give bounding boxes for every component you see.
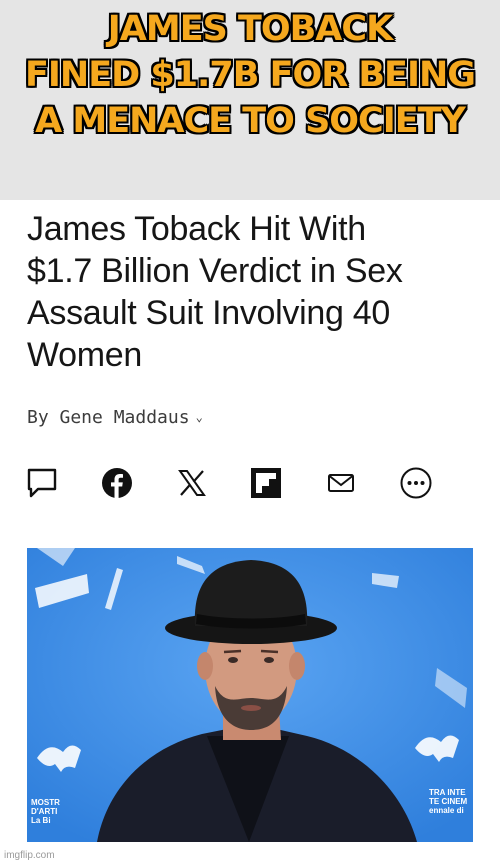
photo-illustration (27, 548, 473, 842)
logo-line: MOSTR (31, 798, 60, 807)
article-photo: MOSTR D'ARTI La Bi TRA INTE TE CINEM enn… (27, 548, 473, 842)
more-icon[interactable] (398, 465, 434, 501)
meme-caption: JAMES TOBACK FINED $1.7B FOR BEING A MEN… (20, 6, 480, 144)
chevron-down-icon: ⌄ (195, 410, 203, 424)
logo-line: La Bi (31, 816, 51, 825)
headline-line: James Toback Hit With (27, 210, 366, 248)
email-icon[interactable] (323, 465, 359, 501)
caption-line: A MENACE TO SOCIETY (35, 101, 466, 141)
headline-line: Assault Suit Involving 40 (27, 294, 390, 332)
caption-line: JAMES TOBACK (107, 9, 393, 49)
x-icon[interactable] (174, 465, 210, 501)
article-headline: James Toback Hit With $1.7 Billion Verdi… (27, 208, 477, 376)
facebook-icon[interactable] (99, 465, 135, 501)
logo-line: TRA INTE (429, 788, 466, 797)
share-bar (0, 465, 500, 501)
byline-text: By Gene Maddaus (27, 407, 190, 428)
headline-line: $1.7 Billion Verdict in Sex (27, 252, 403, 290)
imgflip-watermark: imgflip.com (4, 850, 55, 861)
logo-line: D'ARTI (31, 807, 58, 816)
meme-caption-banner: JAMES TOBACK FINED $1.7B FOR BEING A MEN… (0, 0, 500, 200)
flipboard-icon[interactable] (248, 465, 284, 501)
author-byline[interactable]: By Gene Maddaus ⌄ (27, 407, 203, 428)
comment-icon[interactable] (24, 465, 60, 501)
festival-logo-text-right: TRA INTE TE CINEM ennale di (429, 788, 467, 815)
caption-line: FINED $1.7B FOR BEING (24, 55, 476, 95)
festival-logo-text-left: MOSTR D'ARTI La Bi (31, 798, 60, 825)
headline-line: Women (27, 336, 143, 374)
logo-line: TE CINEM (429, 797, 468, 806)
logo-line: ennale di (429, 806, 464, 815)
